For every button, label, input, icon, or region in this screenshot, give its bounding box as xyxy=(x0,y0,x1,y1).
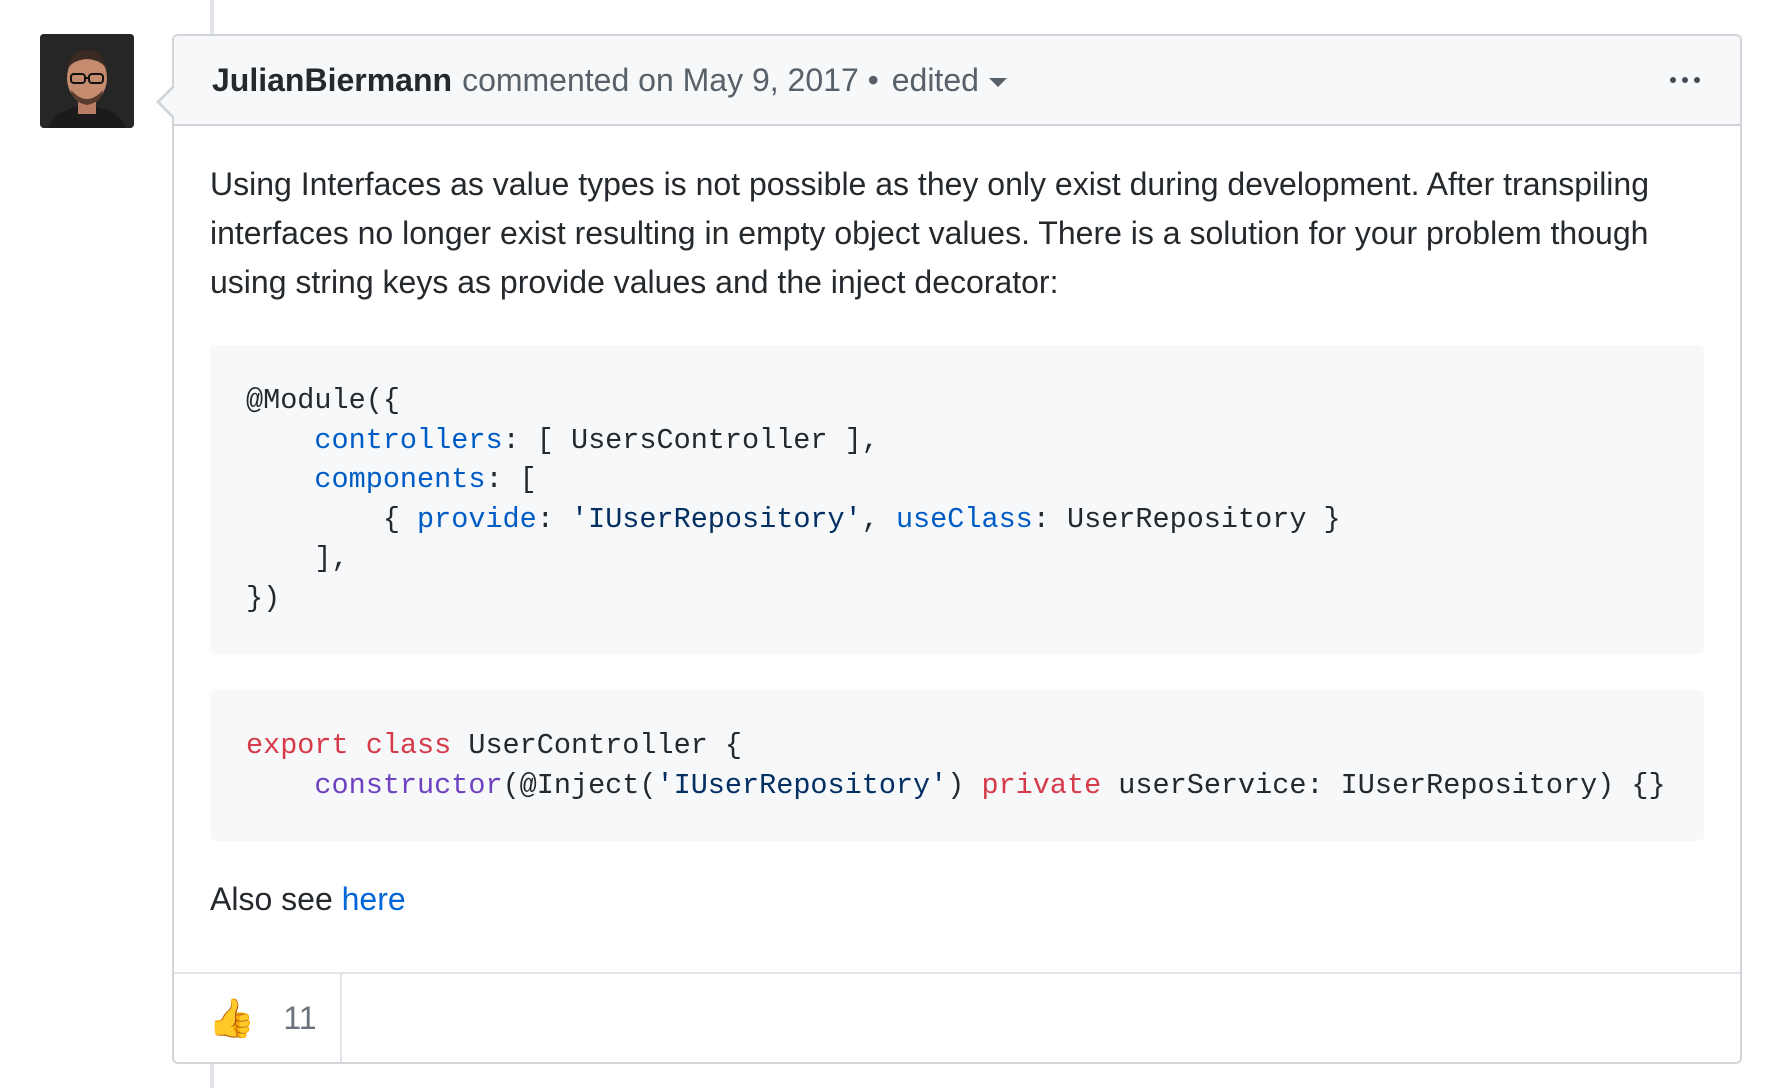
code-line: components: [ xyxy=(314,463,537,496)
user-avatar-photo xyxy=(40,34,134,128)
comment-action: commented on xyxy=(462,61,674,98)
code-line: }) xyxy=(246,581,281,615)
kebab-horizontal-icon[interactable] xyxy=(1670,77,1700,83)
code-block-controller: export class UserController { constructo… xyxy=(210,690,1704,841)
code-line: { provide: 'IUserRepository', useClass: … xyxy=(246,502,1341,536)
also-see-line: Also see here xyxy=(210,877,1704,921)
code-line: controllers: [ UsersController ], xyxy=(314,423,879,457)
comment-paragraph: Using Interfaces as value types is not p… xyxy=(210,166,1649,300)
comment-body: Using Interfaces as value types is not p… xyxy=(174,126,1740,921)
here-link[interactable]: here xyxy=(342,881,406,917)
author-link[interactable]: JulianBiermann xyxy=(212,62,452,99)
code-block-module: @Module({ controllers: [ UsersController… xyxy=(210,345,1704,654)
comment-header: JulianBiermann commented on May 9, 2017 … xyxy=(174,36,1740,126)
code-line: constructor(@Inject('IUserRepository') p… xyxy=(314,768,1666,802)
avatar[interactable] xyxy=(40,34,134,128)
edited-label: edited xyxy=(891,61,979,98)
also-see-prefix: Also see xyxy=(210,881,342,917)
edited-dropdown[interactable]: edited xyxy=(892,62,1007,99)
separator-dot: • xyxy=(867,61,879,98)
code-line: export class UserController { xyxy=(246,729,742,762)
code-line: ], xyxy=(246,542,349,575)
reaction-count: 11 xyxy=(283,999,317,1036)
thumbs-up-icon: 👍 xyxy=(208,996,256,1040)
code-line: @Module({ xyxy=(246,384,400,417)
comment-date[interactable]: May 9, 2017 xyxy=(683,62,859,99)
thumbs-up-reaction-button[interactable]: 👍 11 xyxy=(174,974,342,1062)
reactions-bar: 👍 11 xyxy=(174,972,1740,1062)
comment-card: JulianBiermann commented on May 9, 2017 … xyxy=(156,34,1742,1064)
caret-down-icon xyxy=(988,77,1007,87)
